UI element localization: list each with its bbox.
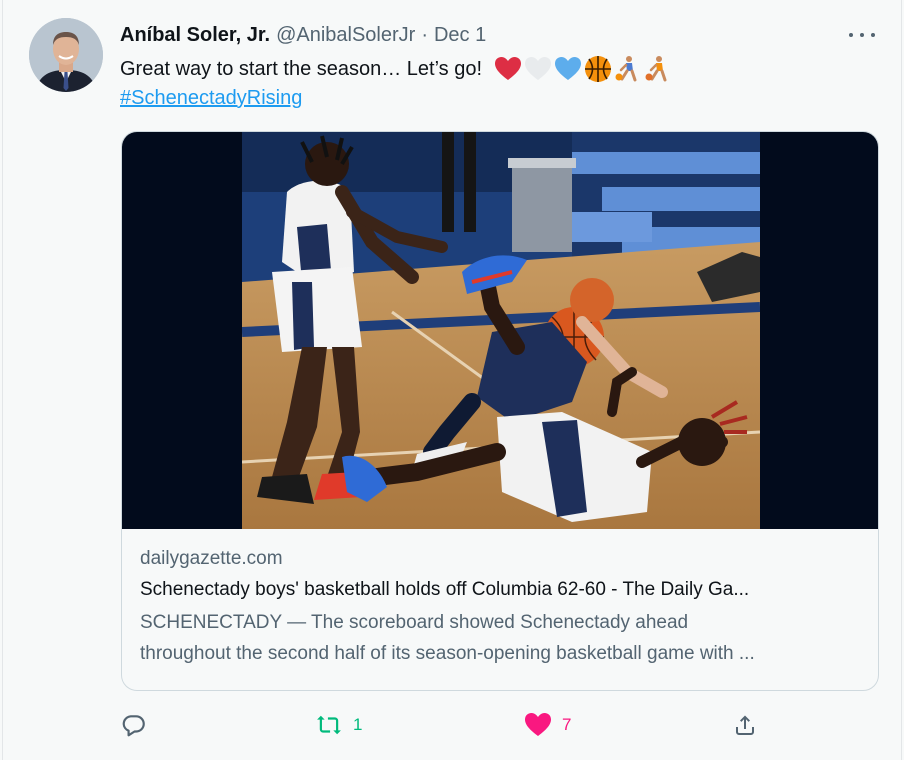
retweet-count: 1 bbox=[353, 715, 363, 734]
retweet-button[interactable]: 1 bbox=[315, 708, 362, 742]
card-image[interactable] bbox=[122, 132, 878, 529]
author-name[interactable]: Aníbal Soler, Jr. bbox=[120, 24, 270, 47]
retweet-icon bbox=[317, 715, 341, 735]
reply-button[interactable] bbox=[121, 708, 147, 742]
author-handle[interactable]: @AnibalSolerJr bbox=[276, 24, 415, 47]
card-description-line-1: SCHENECTADY — The scoreboard showed Sche… bbox=[140, 612, 689, 633]
more-options-icon[interactable] bbox=[849, 26, 875, 44]
tweet-text-body: Great way to start the season… Let’s go! bbox=[120, 58, 483, 80]
like-button[interactable]: 7 bbox=[524, 708, 571, 742]
reply-icon bbox=[122, 715, 145, 737]
share-button[interactable] bbox=[733, 708, 757, 742]
separator-dot: · bbox=[421, 23, 428, 46]
tweet-header: Aníbal Soler, Jr. @AnibalSolerJr · Dec 1 bbox=[120, 22, 486, 48]
basketball-icon bbox=[585, 56, 612, 82]
card-domain: dailygazette.com bbox=[140, 548, 283, 569]
emoji-row bbox=[494, 55, 674, 83]
hashtag-link[interactable]: #SchenectadyRising bbox=[120, 85, 302, 111]
card-text: dailygazette.com Schenectady boys' baske… bbox=[140, 545, 860, 669]
like-count: 7 bbox=[562, 715, 572, 734]
tweet-text: Great way to start the season… Let’s go! bbox=[120, 55, 674, 83]
heart-icon bbox=[525, 713, 551, 736]
action-bar: 1 7 bbox=[3, 708, 903, 742]
white-heart-icon bbox=[525, 57, 552, 80]
red-heart-icon bbox=[495, 57, 522, 80]
card-title: Schenectady boys' basketball holds off C… bbox=[140, 579, 750, 600]
tweet-date[interactable]: Dec 1 bbox=[434, 24, 486, 47]
basketball-photo bbox=[242, 132, 760, 529]
tweet[interactable]: Aníbal Soler, Jr. @AnibalSolerJr · Dec 1… bbox=[2, 0, 902, 760]
blue-heart-icon bbox=[555, 57, 582, 80]
share-icon bbox=[736, 715, 754, 735]
avatar[interactable] bbox=[29, 18, 103, 92]
card-description-line-2: throughout the second half of its season… bbox=[140, 643, 755, 664]
link-card[interactable]: dailygazette.com Schenectady boys' baske… bbox=[121, 131, 879, 691]
person-bouncing-ball-icon bbox=[645, 56, 667, 82]
person-bouncing-ball-icon bbox=[615, 56, 637, 82]
